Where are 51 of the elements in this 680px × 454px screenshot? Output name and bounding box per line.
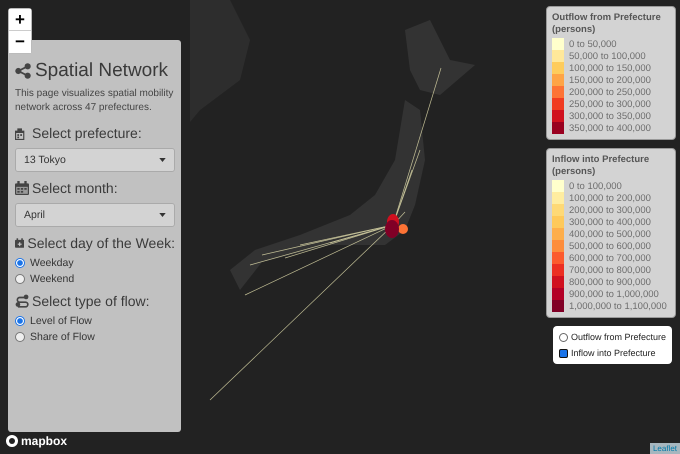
description-text: This page visualizes spatial mobility network across 47 prefectures. <box>15 87 174 115</box>
legend-label: 500,000 to 600,000 <box>569 240 651 252</box>
legend-label: 600,000 to 700,000 <box>569 252 651 264</box>
legend-label: 400,000 to 500,000 <box>569 228 651 240</box>
section-label: Select month: <box>32 180 118 196</box>
logo-text: mapbox <box>21 434 68 448</box>
radio-button[interactable] <box>15 332 25 342</box>
section-label: Select prefecture: <box>32 125 142 141</box>
radio-button[interactable] <box>15 258 25 268</box>
legend-label: 250,000 to 300,000 <box>569 98 651 110</box>
zoom-in-button[interactable]: + <box>9 9 31 31</box>
legend-label: 1,000,000 to 1,100,000 <box>569 300 667 312</box>
route-icon <box>15 294 29 308</box>
calendar-icon <box>15 181 29 195</box>
radio-button[interactable] <box>15 316 25 326</box>
radio-label[interactable]: Inflow into Prefecture <box>570 348 656 358</box>
legend-label: 100,000 to 150,000 <box>569 62 651 74</box>
radio-label[interactable]: Level of Flow <box>30 315 92 327</box>
radio-label[interactable]: Share of Flow <box>30 331 95 343</box>
legend-label: 0 to 100,000 <box>569 180 622 192</box>
legend-label: 50,000 to 100,000 <box>569 50 646 62</box>
caret-icon <box>159 158 166 162</box>
calendar-plus-icon <box>15 236 24 250</box>
legend-title: Outflow from Prefecture (persons) <box>552 12 662 36</box>
dropdown[interactable]: 13 Tokyo <box>15 148 175 172</box>
legend-label: 700,000 to 800,000 <box>569 264 651 276</box>
legend-label: 300,000 to 350,000 <box>569 110 651 122</box>
radio-button[interactable] <box>558 332 568 342</box>
legend-label: 200,000 to 300,000 <box>569 204 651 216</box>
legend-label: 350,000 to 400,000 <box>569 122 651 134</box>
radio-label[interactable]: Outflow from Prefecture <box>570 332 666 342</box>
radio-button[interactable] <box>558 348 568 358</box>
legend-label: 300,000 to 400,000 <box>569 216 651 228</box>
section-label: Select day of the Week: <box>27 235 175 251</box>
section-label: Select type of flow: <box>32 293 150 309</box>
legend-label: 800,000 to 900,000 <box>569 276 651 288</box>
legend-title: Inflow into Prefecture (persons) <box>552 154 650 178</box>
dropdown[interactable]: April <box>15 203 175 227</box>
logo-icon <box>6 435 18 447</box>
panel-title: Spatial Network <box>35 60 168 82</box>
legend-label: 0 to 50,000 <box>569 38 617 50</box>
radio-label[interactable]: Weekday <box>30 257 74 269</box>
bubble-cluster-drawing <box>385 214 408 238</box>
legend-label: 100,000 to 200,000 <box>569 192 651 204</box>
legend-label: 150,000 to 200,000 <box>569 74 651 86</box>
legend-label: 200,000 to 250,000 <box>569 86 651 98</box>
share-icon <box>15 63 31 79</box>
legend-label: 900,000 to 1,000,000 <box>569 288 659 300</box>
caret-icon <box>159 213 166 217</box>
radio-button[interactable] <box>15 274 25 284</box>
radio-label[interactable]: Weekend <box>30 273 74 285</box>
